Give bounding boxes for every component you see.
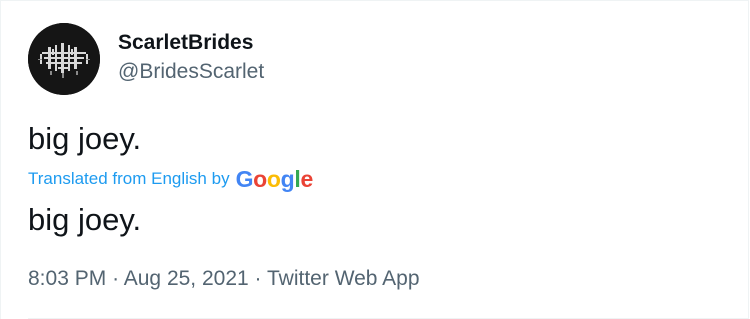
google-logo: Google bbox=[235, 166, 314, 192]
google-logo-letter: o bbox=[266, 166, 281, 192]
tweet-text: big joey. bbox=[28, 121, 142, 156]
tweet-metadata: 8:03 PM · Aug 25, 2021 · Twitter Web App bbox=[28, 266, 420, 292]
google-logo-letter: e bbox=[300, 166, 314, 192]
band-logo-avatar-icon bbox=[28, 23, 100, 95]
avatar[interactable] bbox=[28, 23, 100, 95]
tweet-time[interactable]: 8:03 PM bbox=[28, 267, 106, 290]
tweet-source[interactable]: Twitter Web App bbox=[267, 267, 420, 290]
author-handle[interactable]: @BridesScarlet bbox=[118, 60, 264, 84]
meta-separator: · bbox=[254, 267, 262, 290]
author-display-name[interactable]: ScarletBrides bbox=[118, 31, 253, 55]
tweet-card: ScarletBrides @BridesScarlet big joey. T… bbox=[0, 0, 749, 319]
translated-tweet-text: big joey. bbox=[28, 202, 142, 237]
google-logo-letter: G bbox=[235, 166, 254, 192]
meta-separator: · bbox=[112, 267, 120, 290]
google-logo-letter: g bbox=[280, 166, 295, 192]
translated-from-link[interactable]: Translated from English by bbox=[28, 169, 230, 189]
translation-attribution: Translated from English by Google bbox=[28, 166, 313, 192]
tweet-date[interactable]: Aug 25, 2021 bbox=[124, 267, 249, 290]
google-logo-letter: o bbox=[253, 166, 267, 192]
